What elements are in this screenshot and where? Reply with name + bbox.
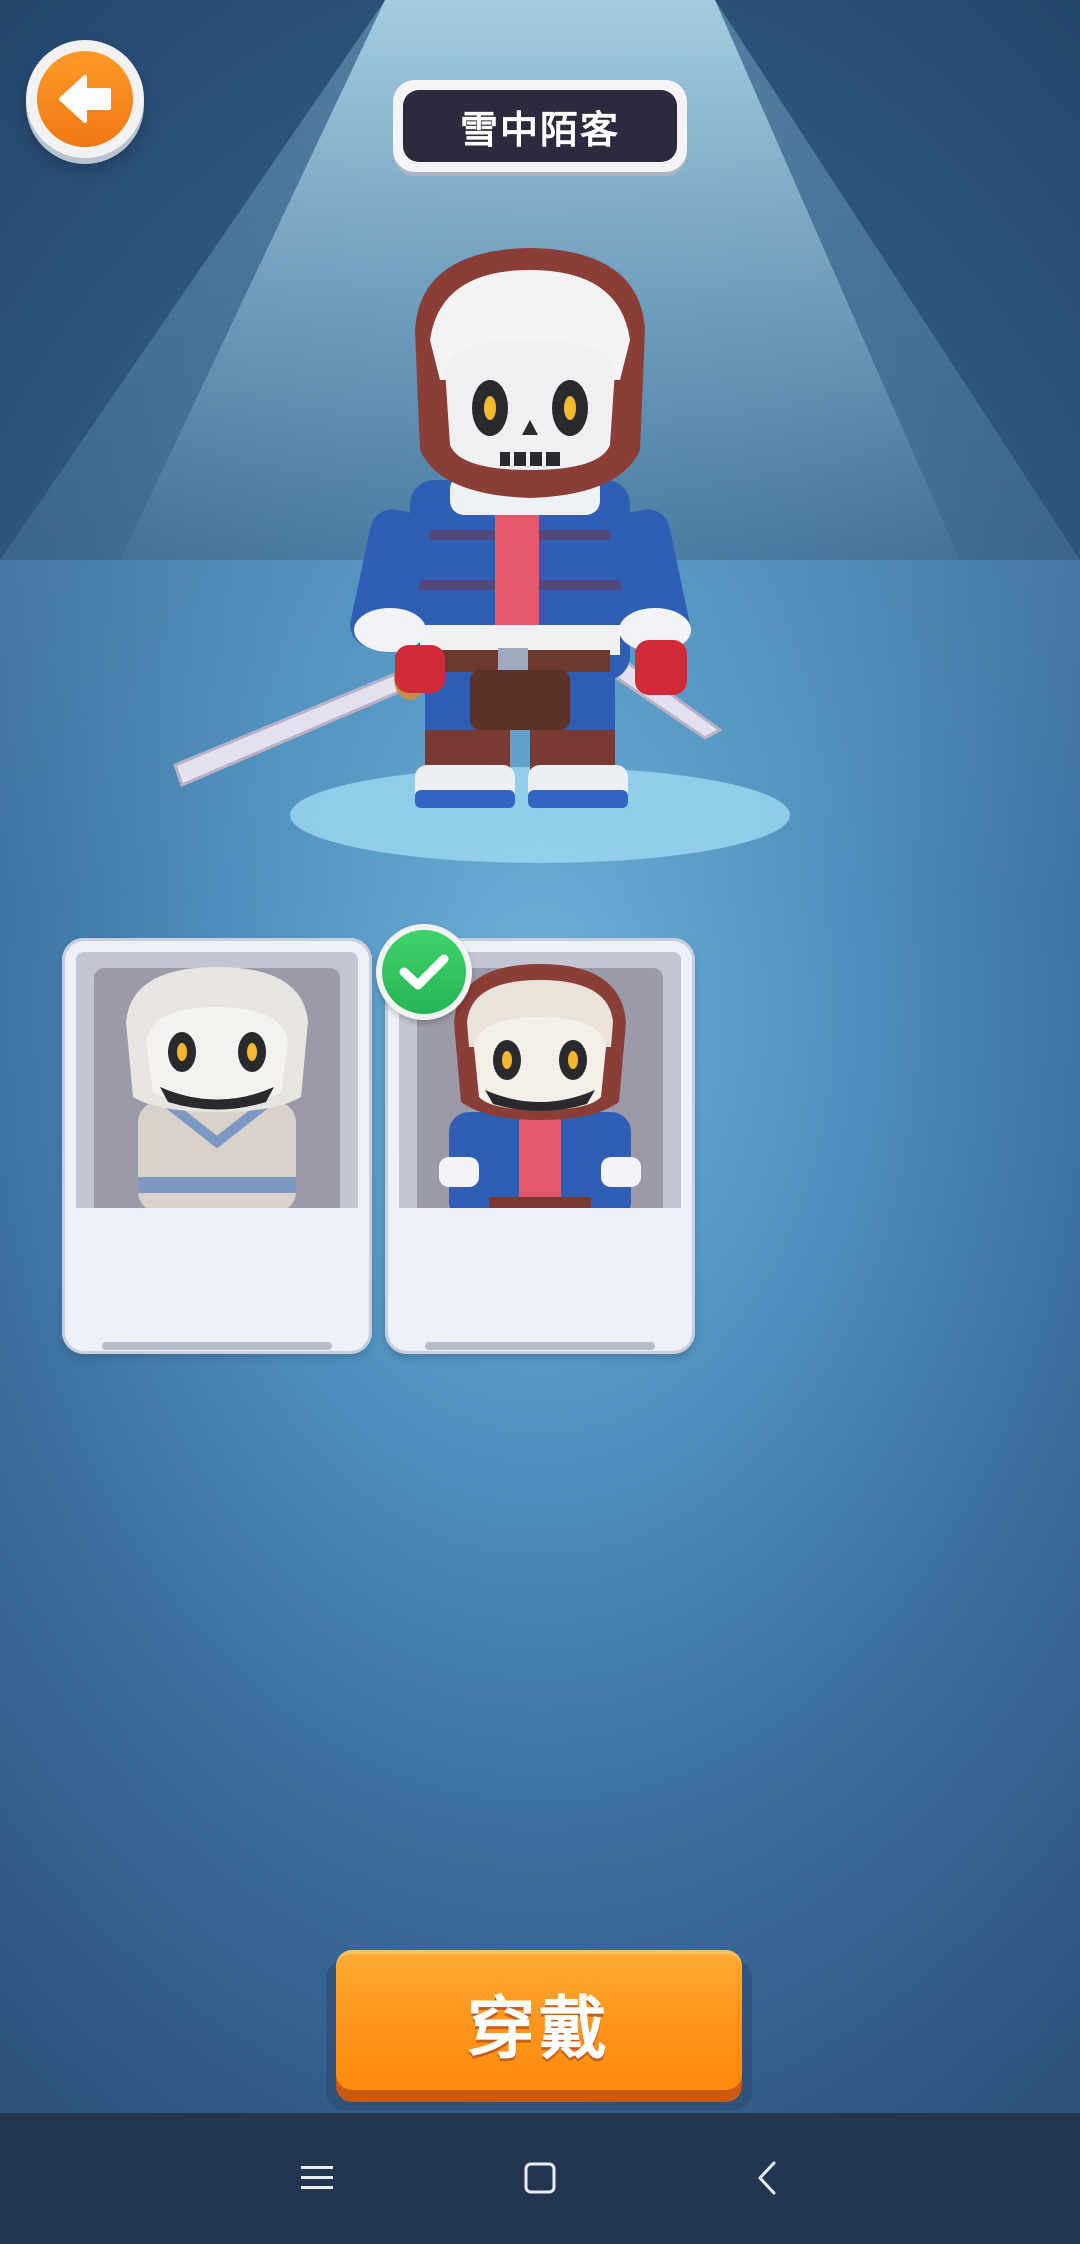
arrow-left-icon (59, 75, 111, 123)
wear-button[interactable]: 穿戴 (326, 1950, 752, 2110)
selected-badge (376, 924, 472, 1020)
wear-button-label: 穿戴 (336, 1950, 742, 2090)
system-back-button[interactable] (732, 2143, 802, 2213)
skin-title: 雪中陌客 (403, 90, 677, 162)
game-scene: 雪中陌客 穿戴 (0, 0, 1080, 2112)
skeleton-ninja-white-outfit-icon (126, 967, 308, 1208)
recent-apps-button[interactable] (282, 2143, 352, 2213)
home-button[interactable] (505, 2143, 575, 2213)
character-preview (173, 248, 790, 863)
skin-card-white-ninja[interactable] (62, 938, 372, 1354)
back-button[interactable] (26, 40, 144, 158)
system-navigation-bar (0, 2113, 1080, 2244)
skin-title-plate: 雪中陌客 (393, 80, 687, 172)
card-bottom-bar (425, 1342, 655, 1350)
chevron-left-icon (758, 2161, 776, 2195)
menu-icon (301, 2166, 333, 2189)
home-square-icon (524, 2162, 556, 2194)
checkmark-icon (399, 954, 449, 990)
card-bottom-bar (102, 1342, 332, 1350)
